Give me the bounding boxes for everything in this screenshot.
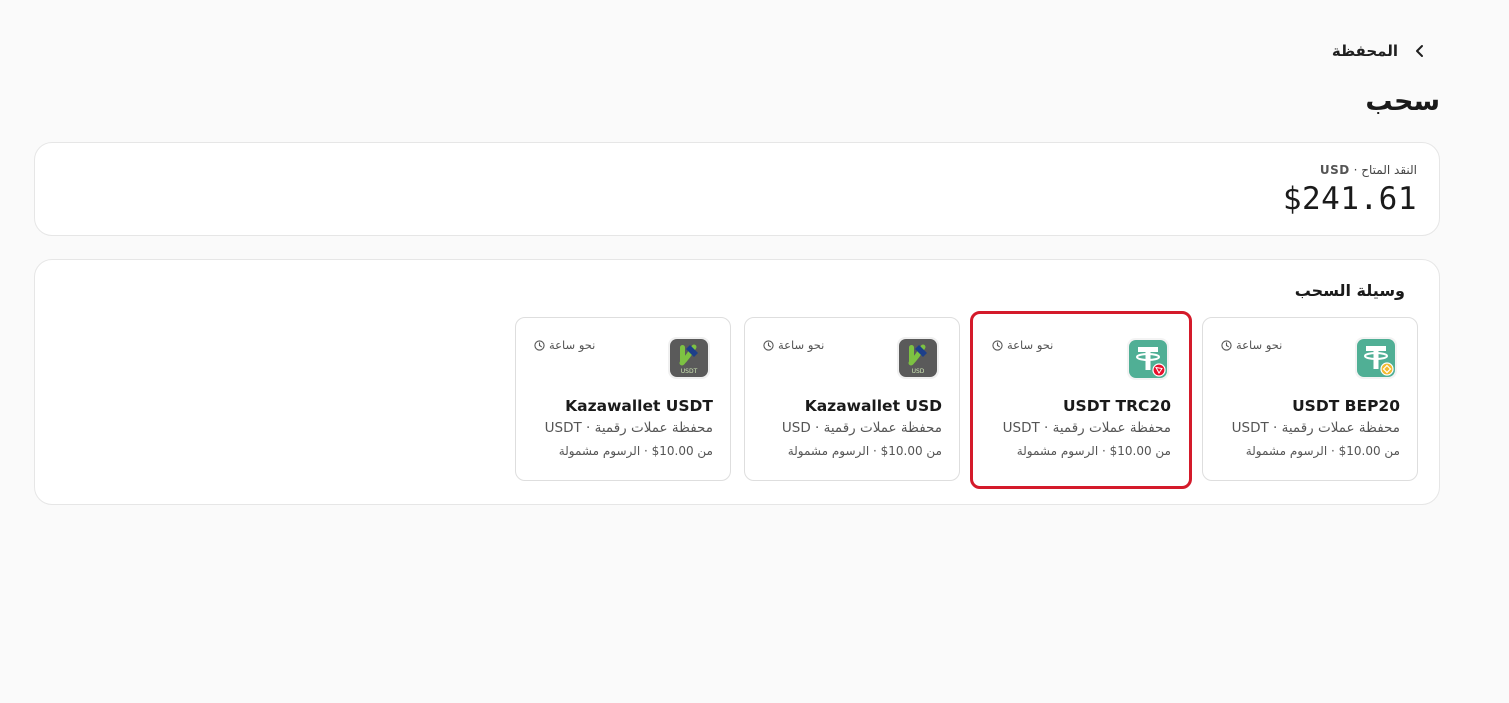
method-name: Kazawallet USDT xyxy=(565,397,713,415)
withdraw-page: المحفظة سحب النقد المتاح · USD $241.61 و… xyxy=(34,0,1440,703)
method-name: Kazawallet USD xyxy=(804,397,942,415)
kazawallet-badge: USDT xyxy=(681,368,698,375)
method-subtitle: محفظة عملات رقمية · USDT xyxy=(1231,420,1400,436)
method-subtitle: محفظة عملات رقمية · USDT xyxy=(544,420,713,436)
eta-label: نحو ساعة xyxy=(763,338,824,352)
method-name: USDT TRC20 xyxy=(1062,397,1171,415)
method-subtitle: محفظة عملات رقمية · USDT xyxy=(1002,420,1171,436)
eta-text: نحو ساعة xyxy=(1236,338,1283,352)
usdt-bep20-icon xyxy=(1355,337,1397,379)
method-card-usdt-bep20[interactable]: نحو ساعة USDT BEP20 محفظة عملات رقمية · … xyxy=(1202,317,1418,481)
balance-label: النقد المتاح · USD xyxy=(1320,163,1417,177)
method-card-kazawallet-usdt[interactable]: USDT نحو ساعة Kazawallet USDT محفظة عملا… xyxy=(515,317,731,481)
usdt-trc20-icon xyxy=(1127,338,1169,380)
clock-icon xyxy=(992,339,1003,351)
balance-label-text: النقد المتاح xyxy=(1361,163,1417,177)
back-label: المحفظة xyxy=(1331,42,1398,60)
back-to-wallet-link[interactable]: المحفظة xyxy=(1332,42,1428,60)
clock-icon xyxy=(763,339,774,351)
balance-currency: USD xyxy=(1319,163,1350,177)
page-title: سحب xyxy=(1365,86,1440,117)
method-fee: من 10.00$ · الرسوم مشمولة xyxy=(1245,444,1400,458)
method-fee: من 10.00$ · الرسوم مشمولة xyxy=(1016,444,1171,458)
balance-amount: $241.61 xyxy=(1282,181,1417,217)
eta-label: نحو ساعة xyxy=(534,338,595,352)
balance-card: النقد المتاح · USD $241.61 xyxy=(34,142,1440,236)
clock-icon xyxy=(534,339,545,351)
clock-icon xyxy=(1221,339,1232,351)
method-name: USDT BEP20 xyxy=(1292,397,1400,415)
kazawallet-usd-icon: USD xyxy=(897,337,939,379)
method-card-kazawallet-usd[interactable]: USD نحو ساعة Kazawallet USD محفظة عملات … xyxy=(744,317,960,481)
method-subtitle: محفظة عملات رقمية · USD xyxy=(781,420,942,436)
separator-dot: · xyxy=(1349,163,1358,177)
withdraw-methods-card: وسيلة السحب نحو ساعة USDT BEP20 محفظة عم… xyxy=(34,259,1440,505)
eta-text: نحو ساعة xyxy=(1007,338,1054,352)
kazawallet-usdt-icon: USDT xyxy=(668,337,710,379)
eta-text: نحو ساعة xyxy=(549,338,596,352)
method-fee: من 10.00$ · الرسوم مشمولة xyxy=(558,444,713,458)
eta-label: نحو ساعة xyxy=(1221,338,1282,352)
eta-label: نحو ساعة xyxy=(992,338,1053,352)
kazawallet-badge: USD xyxy=(912,368,925,375)
method-card-usdt-trc20[interactable]: نحو ساعة USDT TRC20 محفظة عملات رقمية · … xyxy=(970,311,1192,489)
chevron-left-icon xyxy=(1416,45,1423,57)
method-fee: من 10.00$ · الرسوم مشمولة xyxy=(787,444,942,458)
methods-title: وسيلة السحب xyxy=(1294,281,1405,300)
eta-text: نحو ساعة xyxy=(778,338,825,352)
